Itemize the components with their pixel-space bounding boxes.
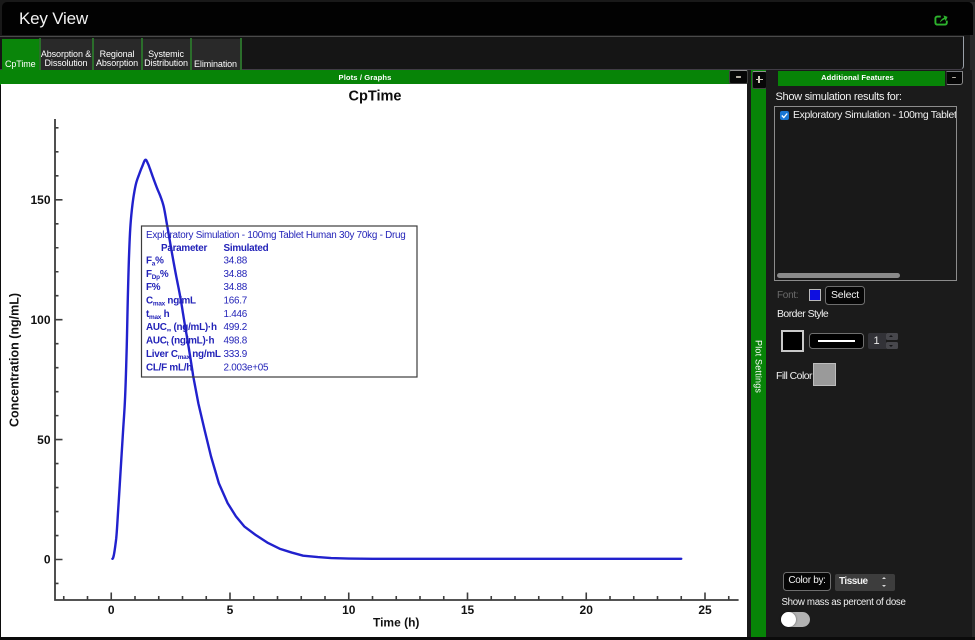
svg-text:166.7: 166.7	[224, 296, 247, 307]
svg-text:499.2: 499.2	[224, 322, 247, 333]
svg-text:Exploratory Simulation - 100mg: Exploratory Simulation - 100mg Tablet Hu…	[146, 230, 406, 241]
svg-text:34.88: 34.88	[224, 269, 248, 280]
svg-text:Time (h): Time (h)	[373, 616, 419, 630]
svg-text:10: 10	[342, 603, 356, 617]
svg-text:25: 25	[698, 603, 712, 617]
svg-text:34.88: 34.88	[224, 256, 248, 267]
svg-text:0: 0	[44, 553, 51, 567]
svg-text:CL/F mL/h: CL/F mL/h	[146, 362, 192, 373]
svg-text:F%: F%	[146, 282, 161, 293]
svg-text:5: 5	[227, 603, 234, 617]
svg-text:0: 0	[108, 603, 115, 617]
svg-text:150: 150	[30, 193, 50, 207]
svg-text:2.003e+05: 2.003e+05	[224, 362, 269, 373]
svg-text:333.9: 333.9	[224, 349, 248, 360]
svg-text:34.88: 34.88	[224, 282, 248, 293]
svg-text:100: 100	[30, 313, 50, 327]
svg-text:Parameter: Parameter	[161, 243, 207, 254]
svg-text:Fa%: Fa%	[146, 256, 164, 268]
svg-text:15: 15	[461, 603, 475, 617]
svg-text:Simulated: Simulated	[224, 243, 269, 254]
svg-text:1.446: 1.446	[224, 309, 248, 320]
svg-text:50: 50	[37, 433, 51, 447]
svg-text:CpTime: CpTime	[349, 89, 402, 105]
svg-text:498.8: 498.8	[224, 336, 248, 347]
svg-text:20: 20	[580, 603, 594, 617]
svg-text:AUC∞ (ng/mL)·h: AUC∞ (ng/mL)·h	[146, 322, 217, 334]
svg-text:AUCt (ng/mL)·h: AUCt (ng/mL)·h	[146, 336, 215, 348]
svg-text:Concentration (ng/mL): Concentration (ng/mL)	[8, 293, 22, 427]
